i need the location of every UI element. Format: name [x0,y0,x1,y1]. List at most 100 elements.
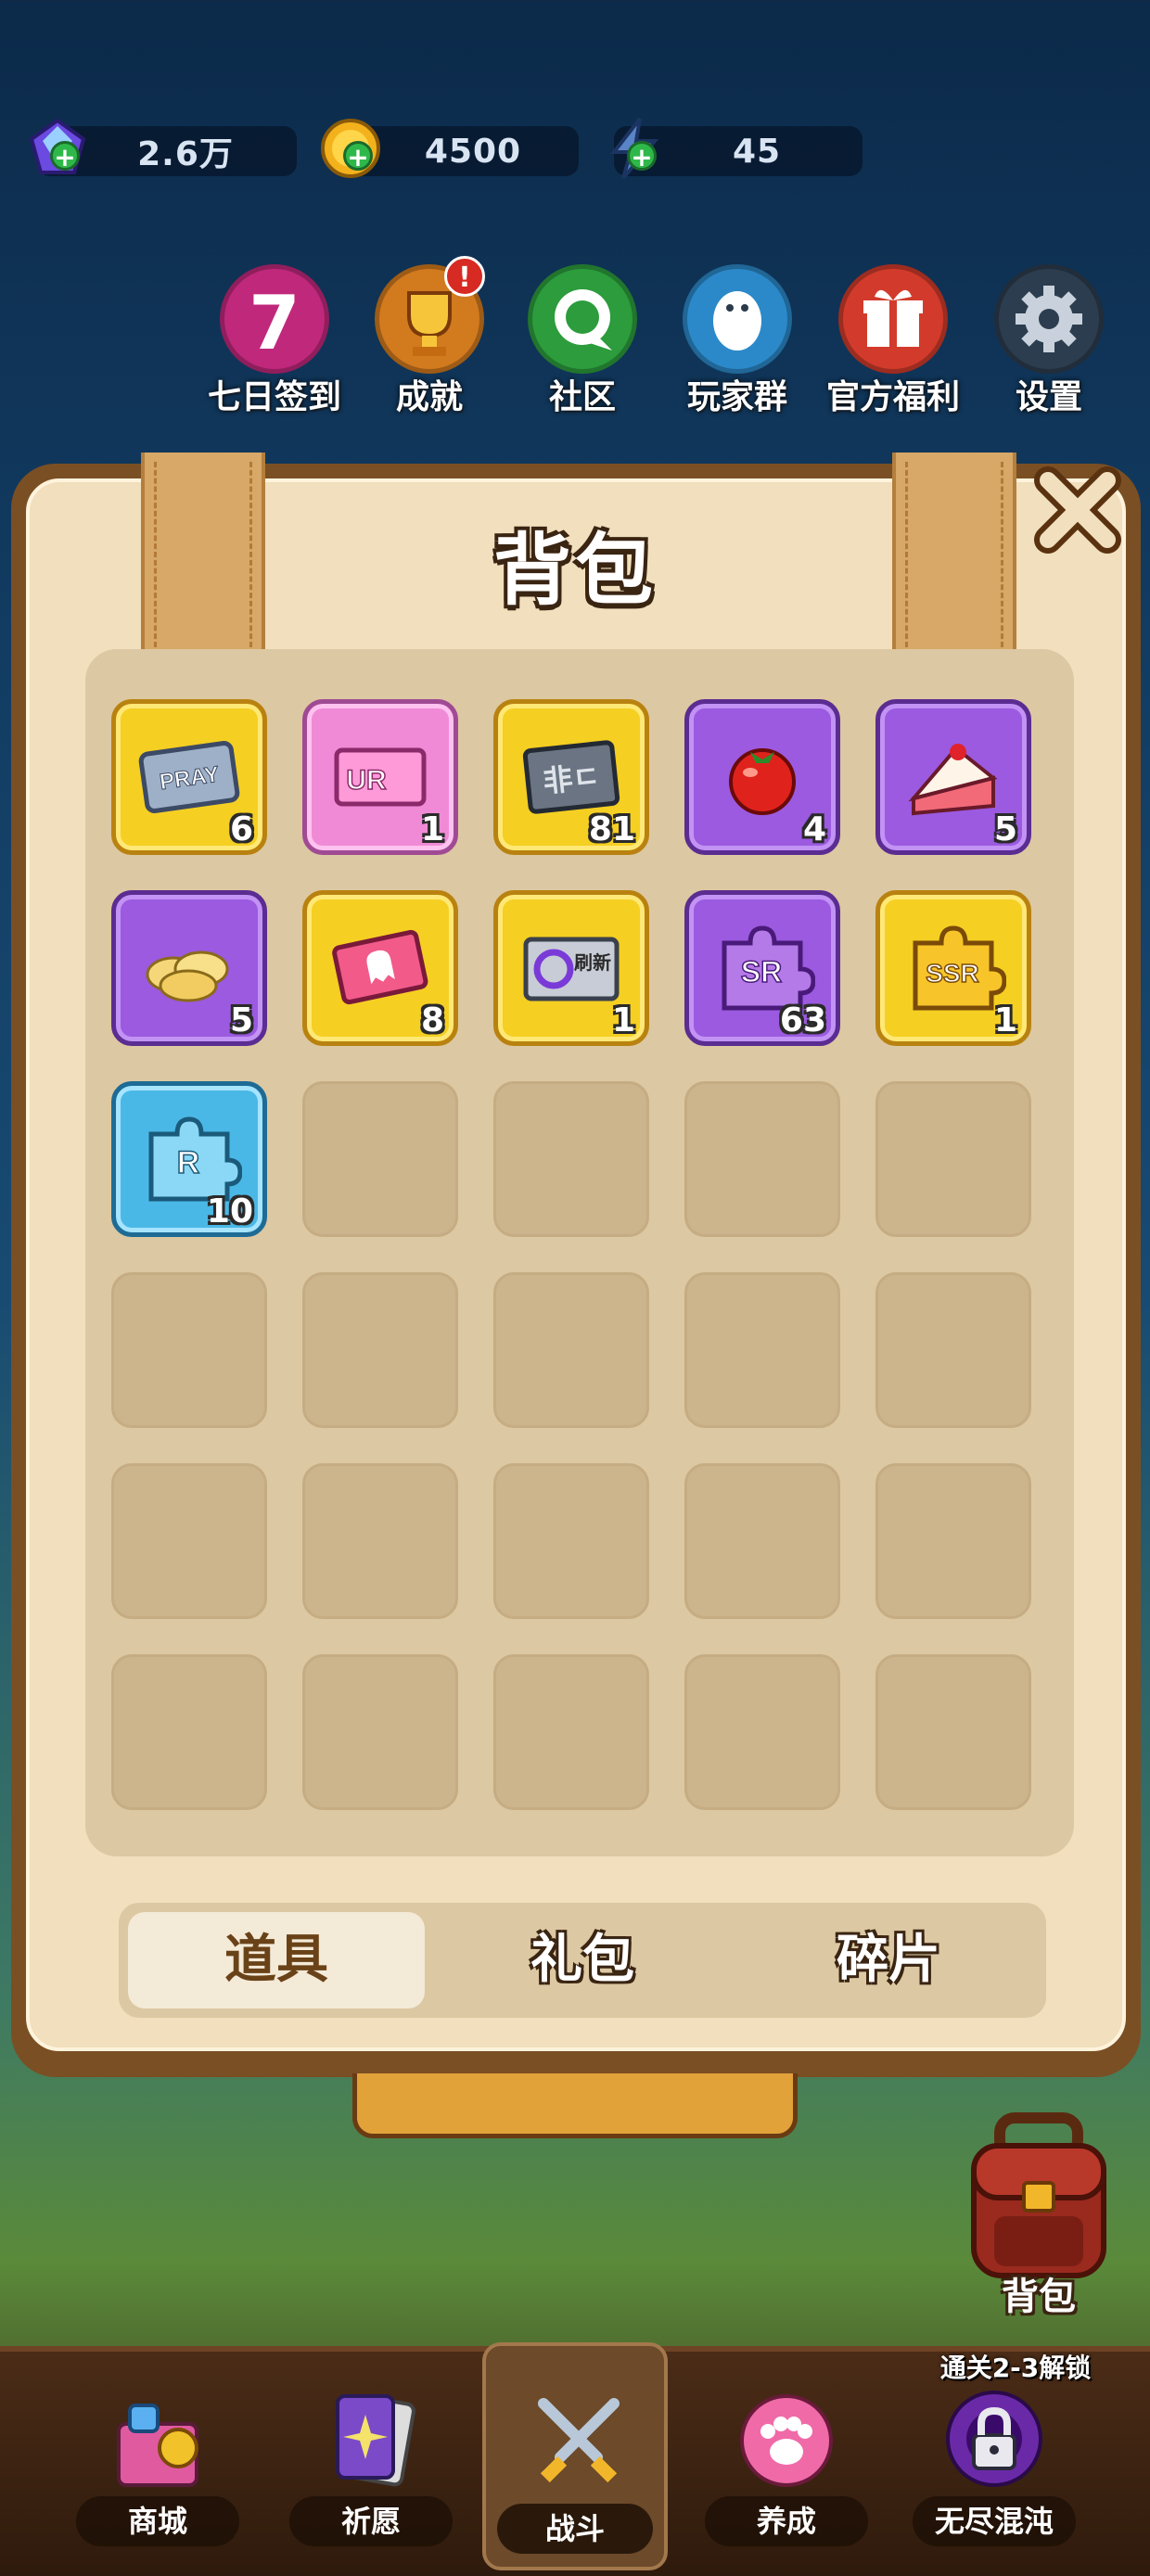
nav-shop[interactable]: 商城 [65,2374,250,2559]
menu-achievements[interactable]: ! 成就 [351,256,508,418]
empty-slot[interactable] [302,1081,458,1237]
item-fei-ticket[interactable]: 非ㄷ 81 [493,699,649,855]
item-quantity: 5 [229,1001,253,1039]
chat-bubble-icon [528,264,637,374]
locked-portal-icon [946,2391,1042,2487]
item-r-fragment[interactable]: R 10 [111,1081,267,1237]
potato-chips-icon [146,950,229,1002]
ssr-puzzle-icon: SSR [913,925,1006,1011]
svg-text:R: R [177,1145,200,1180]
nav-label-shop: 商城 [76,2496,239,2546]
ghost-ticket-icon [332,929,428,1005]
gift-box-icon [838,264,948,374]
gem-icon: + [26,117,89,180]
svg-text:非ㄷ: 非ㄷ [542,759,602,799]
gear-icon [994,264,1104,374]
item-cake[interactable]: 5 [875,699,1031,855]
svg-text:SR: SR [741,955,782,988]
menu-label-community: 社区 [548,378,616,416]
empty-slot[interactable] [875,1272,1031,1428]
item-chips[interactable]: 5 [111,890,267,1046]
item-quantity: 6 [229,810,253,848]
empty-slot[interactable] [302,1272,458,1428]
empty-slot[interactable] [111,1654,267,1810]
empty-slot[interactable] [684,1463,840,1619]
empty-slot[interactable] [684,1272,840,1428]
empty-slot[interactable] [875,1463,1031,1619]
empty-slot[interactable] [493,1463,649,1619]
backpack-label: 背包 [1002,2276,1076,2318]
add-gold-icon[interactable]: + [343,141,373,172]
item-quantity: 63 [779,1001,826,1039]
empty-slot[interactable] [875,1654,1031,1810]
item-quantity: 81 [588,810,635,848]
inventory-grid: PRAY 6 UR 1 非ㄷ 81 4 5 5 8 刷新 1 SR 63 SSR… [85,649,1074,1856]
tab-gift-packs[interactable]: 礼包 [434,1912,731,2009]
empty-slot[interactable] [684,1081,840,1237]
svg-text:SSR: SSR [926,959,979,988]
menu-label-player-group: 玩家群 [686,378,787,416]
penguin-icon [683,264,792,374]
notification-badge: ! [444,256,485,297]
item-quantity: 8 [420,1001,444,1039]
nav-endless-chaos[interactable]: 无尽混沌 [901,2374,1087,2559]
empty-slot[interactable] [493,1654,649,1810]
item-tomato[interactable]: 4 [684,699,840,855]
menu-player-group[interactable]: 玩家群 [658,264,816,418]
nav-label-endless-chaos: 无尽混沌 [913,2496,1076,2546]
item-sr-fragment[interactable]: SR 63 [684,890,840,1046]
item-quantity: 5 [993,810,1017,848]
empty-slot[interactable] [493,1272,649,1428]
add-gem-icon[interactable]: + [50,141,80,172]
empty-slot[interactable] [111,1272,267,1428]
category-tabs: 道具 礼包 碎片 [119,1903,1046,2018]
gem-counter[interactable]: + 2.6万 [29,118,297,176]
wood-banner [352,2073,798,2138]
nav-nurture[interactable]: 养成 [694,2374,879,2559]
menu-label-settings: 设置 [1015,378,1082,416]
nav-label-battle: 战斗 [497,2504,653,2554]
nav-battle[interactable]: 战斗 [482,2342,668,2570]
item-quantity: 1 [993,1001,1017,1039]
refresh-ticket-icon: 刷新 [523,937,620,1001]
menu-community[interactable]: 社区 [504,264,661,418]
item-pray-ticket[interactable]: PRAY 6 [111,699,267,855]
close-button[interactable] [1029,462,1126,558]
energy-counter[interactable]: + 45 [609,117,862,180]
item-ssr-fragment[interactable]: SSR 1 [875,890,1031,1046]
paw-print-icon [740,2394,833,2487]
tab-items[interactable]: 道具 [128,1912,425,2009]
tab-fragments[interactable]: 碎片 [740,1912,1037,2009]
tomato-icon [729,748,796,815]
menu-label-welfare: 官方福利 [825,378,960,416]
svg-text:刷新: 刷新 [574,951,611,974]
nav-label-nurture: 养成 [705,2496,868,2546]
empty-slot[interactable] [493,1081,649,1237]
cake-slice-icon [908,744,998,816]
empty-slot[interactable] [302,1463,458,1619]
svg-text:UR: UR [346,765,387,796]
add-energy-icon[interactable]: + [627,141,657,172]
empty-slot[interactable] [875,1081,1031,1237]
empty-slot[interactable] [111,1463,267,1619]
menu-label-achievements: 成就 [395,378,463,416]
item-quantity: 10 [206,1192,253,1231]
energy-bolt-icon: + [603,117,666,180]
backpack-icon [971,2112,1106,2278]
item-ur-ticket[interactable]: UR 1 [302,699,458,855]
empty-slot[interactable] [684,1654,840,1810]
gold-counter[interactable]: + 4500 [321,119,579,178]
trophy-icon: ! [375,256,485,374]
panel-title: 背包 [492,525,657,616]
menu-label-signin: 七日签到 [207,378,341,416]
menu-official-welfare[interactable]: 官方福利 [814,264,972,418]
item-quantity: 1 [611,1001,635,1039]
item-quantity: 4 [802,810,826,848]
wish-cards-icon [336,2394,415,2487]
item-refresh-ticket[interactable]: 刷新 1 [493,890,649,1046]
menu-settings[interactable]: 设置 [970,264,1128,418]
item-ghost-ticket[interactable]: 8 [302,890,458,1046]
menu-seven-day-signin[interactable]: 7 七日签到 [196,264,353,418]
nav-wish[interactable]: 祈愿 [278,2374,464,2559]
empty-slot[interactable] [302,1654,458,1810]
